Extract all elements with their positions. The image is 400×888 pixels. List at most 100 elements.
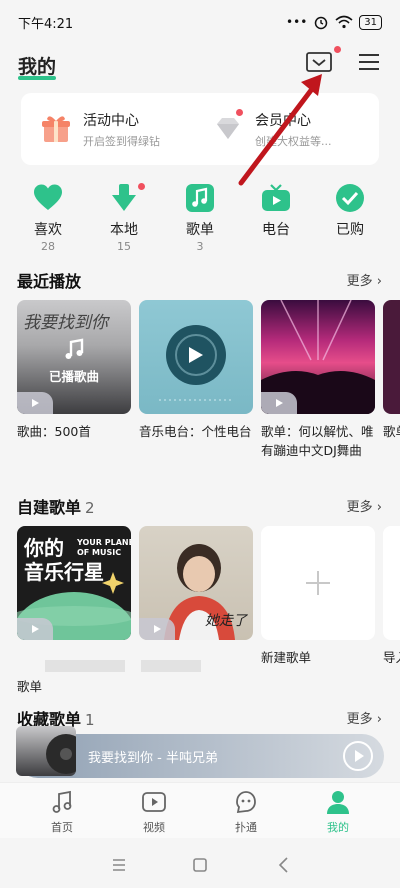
- activity-center-entry[interactable]: 活动中心 开启签到得绿钻: [39, 107, 160, 151]
- cover-overlay-label: 已播歌曲: [48, 369, 99, 384]
- download-icon: [112, 184, 136, 211]
- section-title: 最近播放: [17, 272, 82, 291]
- created-card-photo[interactable]: 她走了: [139, 526, 253, 672]
- card-label: 音乐电台：个性电台: [139, 424, 252, 439]
- recent-card-songs[interactable]: 我要找到你 已播歌曲 歌曲：500首: [17, 300, 133, 441]
- tab-putong[interactable]: 扑通: [211, 789, 281, 835]
- quick-item-purchased[interactable]: 已购: [318, 183, 382, 239]
- heart-icon: [34, 184, 62, 210]
- quick-item-like[interactable]: 喜欢 28: [16, 183, 80, 253]
- blurred-name: [45, 660, 125, 672]
- music-note-icon: [186, 184, 214, 212]
- tab-mine[interactable]: 我的: [303, 789, 373, 835]
- plus-icon: [306, 571, 330, 595]
- gift-icon: [42, 116, 70, 142]
- more-link[interactable]: 更多 ›: [347, 270, 382, 289]
- now-playing-cover[interactable]: [16, 726, 76, 776]
- import-playlist-card[interactable]: 导入: [383, 526, 400, 667]
- play-button[interactable]: [17, 392, 53, 414]
- play-button[interactable]: [17, 618, 53, 640]
- quick-label: 电台: [262, 222, 290, 238]
- playlist-cover: 她走了: [139, 526, 253, 640]
- new-playlist-tile[interactable]: [261, 526, 375, 640]
- quick-count: 3: [196, 240, 204, 253]
- quick-label: 歌单: [186, 222, 214, 238]
- status-icons: ••• 31: [286, 14, 382, 30]
- promo-subtitle: 创建大权益等...: [255, 134, 332, 148]
- quick-label: 本地: [110, 222, 138, 238]
- header: 我的: [0, 44, 400, 86]
- import-tile[interactable]: [383, 526, 400, 640]
- page-title: 我的: [18, 56, 57, 78]
- title-underline: [18, 76, 56, 80]
- cover-subtitle: YOUR PLANET OF MUSIC: [77, 538, 131, 557]
- quick-item-local[interactable]: 本地 15: [92, 183, 156, 253]
- section-count: 2: [85, 499, 95, 517]
- recent-card-radio[interactable]: 音乐电台：个性电台: [139, 300, 255, 441]
- promo-title: 会员中心: [255, 112, 311, 129]
- quick-count: 28: [41, 240, 55, 253]
- card-label: 歌曲：500首: [17, 424, 91, 439]
- quick-item-playlist[interactable]: 歌单 3: [168, 183, 232, 253]
- card-label: 导入: [383, 650, 400, 665]
- quick-label: 已购: [336, 222, 364, 238]
- quick-item-radio[interactable]: 电台: [244, 183, 308, 239]
- recent-section-header: 最近播放 更多 ›: [0, 268, 400, 292]
- card-label: 歌单：何以解忧、唯有蹦迪中文DJ舞曲: [261, 424, 374, 458]
- cover-text: 我要找到你: [23, 313, 108, 333]
- more-link[interactable]: 更多 ›: [347, 708, 382, 727]
- menu-icon[interactable]: [356, 50, 382, 74]
- section-title: 自建歌单 2: [17, 494, 95, 518]
- card-label: 歌单: [17, 679, 43, 694]
- tab-video[interactable]: 视频: [119, 789, 189, 835]
- system-nav-bar: [0, 840, 400, 888]
- new-playlist-card[interactable]: 新建歌单: [261, 526, 377, 667]
- play-icon: [32, 625, 39, 633]
- more-link[interactable]: 更多 ›: [347, 496, 382, 515]
- quick-access-row: 喜欢 28 本地 15 歌单 3 电台 已购: [0, 183, 400, 255]
- playlist-cover: [261, 300, 375, 414]
- tab-label: 首页: [51, 821, 73, 834]
- status-bar: 下午4:21 ••• 31: [0, 0, 400, 44]
- play-button[interactable]: [261, 392, 297, 414]
- back-icon[interactable]: [273, 854, 295, 876]
- playlist-cover: [383, 300, 400, 414]
- tv-icon: [262, 184, 290, 211]
- play-button[interactable]: [139, 618, 175, 640]
- cover-text: 她走了: [205, 613, 247, 629]
- bottom-tab-bar: 首页 视频 扑通 我的: [0, 782, 400, 838]
- member-center-entry[interactable]: 会员中心 创建大权益等...: [211, 107, 332, 151]
- person-icon: [327, 791, 349, 814]
- notification-dot: [334, 46, 341, 53]
- battery-indicator: 31: [359, 14, 382, 30]
- recent-apps-icon[interactable]: [108, 854, 130, 876]
- created-section-header: 自建歌单 2 更多 ›: [0, 494, 400, 518]
- mini-player[interactable]: 我要找到你 - 半吨兄弟: [16, 726, 384, 778]
- check-icon: [336, 184, 364, 212]
- card-label: 新建歌单: [261, 650, 312, 665]
- signal-dots: •••: [286, 15, 308, 29]
- home-icon[interactable]: [189, 854, 211, 876]
- tab-label: 我的: [327, 821, 349, 834]
- quick-label: 喜欢: [34, 222, 62, 238]
- section-title-text: 自建歌单: [17, 498, 82, 517]
- status-time: 下午4:21: [18, 16, 74, 32]
- now-playing-title: 我要找到你 - 半吨兄弟: [88, 751, 218, 766]
- recent-card-dj[interactable]: 歌单：何以解忧、唯有蹦迪中文DJ舞曲: [261, 300, 377, 460]
- promo-card: 活动中心 开启签到得绿钻 会员中心 创建大权益等...: [21, 93, 379, 165]
- notification-dot: [138, 183, 145, 190]
- recent-card-partial[interactable]: 歌单: [383, 300, 400, 441]
- tab-home[interactable]: 首页: [27, 789, 97, 835]
- inbox-icon[interactable]: [305, 50, 333, 74]
- created-card-planet[interactable]: 你的 音乐行星 YOUR PLANET OF MUSIC 歌单: [17, 526, 131, 694]
- tab-label: 扑通: [235, 821, 257, 834]
- radio-cover: [139, 300, 253, 414]
- music-note-icon: [52, 790, 72, 813]
- playlist-cover: 你的 音乐行星 YOUR PLANET OF MUSIC: [17, 526, 131, 640]
- band-graphic: [46, 734, 76, 774]
- blurred-name: [141, 660, 201, 672]
- tab-label: 视频: [143, 821, 165, 834]
- wifi-icon: [335, 15, 353, 29]
- play-icon[interactable]: [342, 740, 374, 772]
- promo-subtitle: 开启签到得绿钻: [83, 134, 160, 148]
